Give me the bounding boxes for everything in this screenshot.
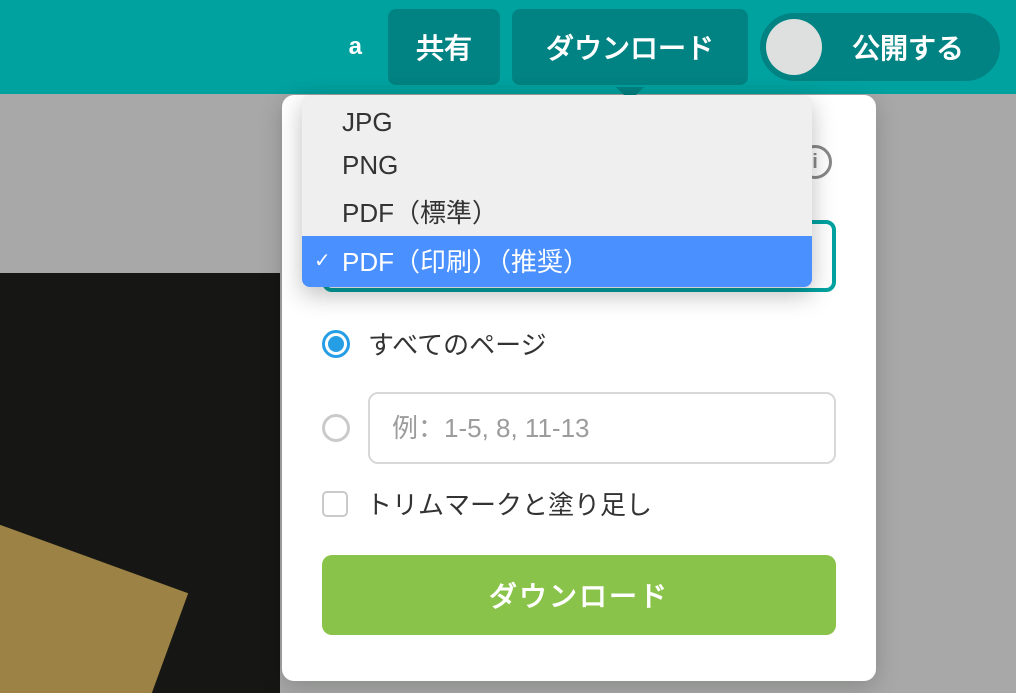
radio-all-pages[interactable]: すべてのページ — [322, 325, 836, 362]
share-button[interactable]: 共有 — [388, 9, 500, 85]
page-radio-group: すべてのページ — [322, 325, 836, 494]
radio-page-range-indicator — [322, 414, 350, 442]
avatar — [766, 19, 822, 75]
top-toolbar: a 共有 ダウンロード 公開する — [0, 0, 1016, 94]
dropdown-option-png[interactable]: PNG — [302, 144, 812, 187]
radio-all-pages-indicator — [322, 330, 350, 358]
page-range-input[interactable] — [368, 392, 836, 464]
radio-page-range[interactable] — [322, 392, 836, 464]
dropdown-option-jpg[interactable]: JPG — [302, 95, 812, 144]
check-icon: ✓ — [314, 248, 331, 273]
radio-all-pages-label: すべてのページ — [368, 325, 547, 362]
dropdown-option-label: PDF（標準） — [342, 193, 498, 230]
dropdown-option-label: PDF（印刷）（推奨） — [342, 242, 589, 279]
dropdown-option-label: JPG — [342, 107, 393, 138]
download-button-label: ダウンロード — [489, 581, 669, 612]
dropdown-option-pdf-print[interactable]: ✓ PDF（印刷）（推奨） — [302, 236, 812, 287]
trim-marks-checkbox[interactable] — [322, 491, 348, 517]
format-dropdown: JPG PNG PDF（標準） ✓ PDF（印刷）（推奨） — [302, 95, 812, 287]
trim-marks-checkbox-row[interactable]: トリムマークと塗り足し — [322, 485, 652, 522]
publish-label: 公開する — [852, 27, 964, 67]
download-button[interactable]: ダウンロード — [322, 555, 836, 635]
share-button-label: 共有 — [416, 27, 472, 67]
canvas-shape — [0, 525, 188, 693]
canvas-preview — [0, 273, 280, 693]
dropdown-option-label: PNG — [342, 150, 398, 181]
publish-button[interactable]: 公開する — [760, 13, 1000, 81]
toolbar-label-a: a — [335, 33, 376, 61]
dropdown-option-pdf-standard[interactable]: PDF（標準） — [302, 187, 812, 236]
download-tab-label: ダウンロード — [546, 27, 714, 67]
trim-marks-label: トリムマークと塗り足し — [366, 485, 652, 522]
download-tab-button[interactable]: ダウンロード — [512, 9, 748, 85]
